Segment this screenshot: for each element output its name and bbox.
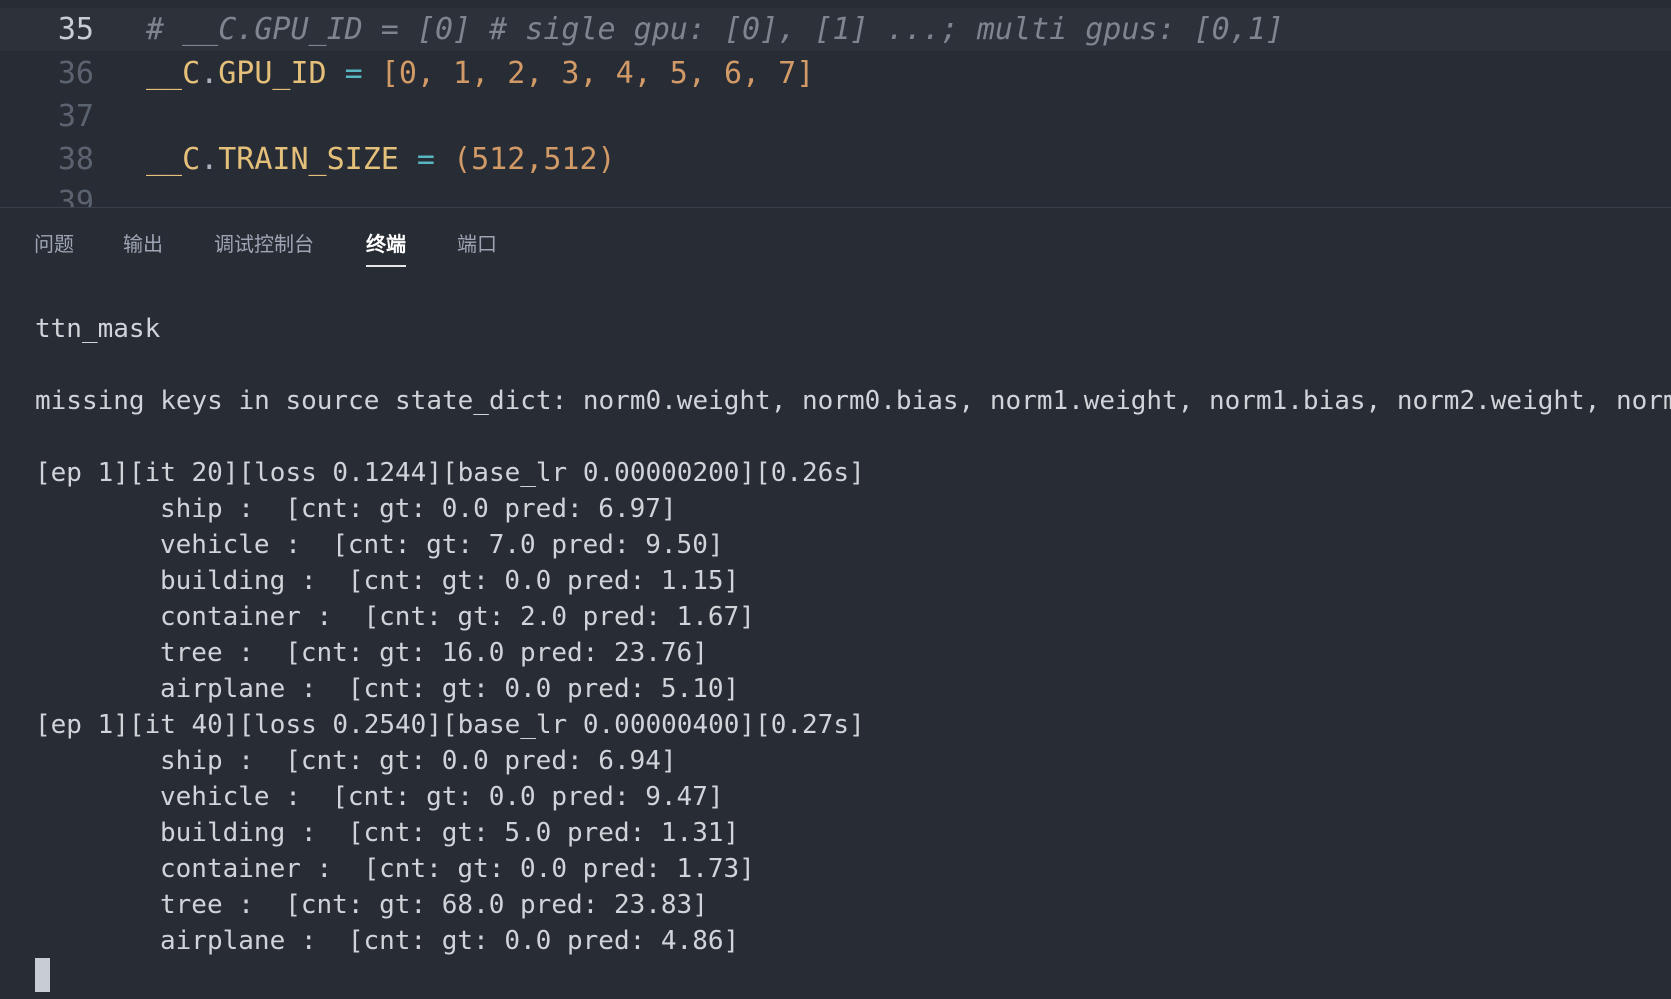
terminal-line: [ep 1][it 40][loss 0.2540][base_lr 0.000… <box>35 710 865 740</box>
line-number: 37 <box>57 99 94 134</box>
terminal-line: tree : [cnt: gt: 16.0 pred: 23.76] <box>160 638 708 668</box>
terminal-line: airplane : [cnt: gt: 0.0 pred: 4.86] <box>160 926 740 956</box>
terminal-line: vehicle : [cnt: gt: 7.0 pred: 9.50] <box>160 530 724 560</box>
terminal-line: missing keys in source state_dict: norm0… <box>35 386 1671 416</box>
line-number: 35 <box>57 12 94 47</box>
code-value: [0, 1, 2, 3, 4, 5, 6, 7] <box>380 56 815 91</box>
terminal-line: container : [cnt: gt: 0.0 pred: 1.73] <box>160 854 755 884</box>
code-line-36[interactable]: 36 __C.GPU_ID = [0, 1, 2, 3, 4, 5, 6, 7] <box>0 52 1671 95</box>
terminal-line: ship : [cnt: gt: 0.0 pred: 6.94] <box>160 746 677 776</box>
code-statement: __C.GPU_ID = [0, 1, 2, 3, 4, 5, 6, 7] <box>146 56 814 91</box>
terminal-line: container : [cnt: gt: 2.0 pred: 1.67] <box>160 602 755 632</box>
code-line-37[interactable]: 37 <box>0 95 1671 138</box>
terminal-line: building : [cnt: gt: 0.0 pred: 1.15] <box>160 566 740 596</box>
terminal-cursor <box>35 958 50 992</box>
tab-problems[interactable]: 问题 <box>34 228 74 265</box>
code-attribute: GPU_ID <box>218 56 327 91</box>
tab-ports[interactable]: 端口 <box>457 228 497 265</box>
terminal-line: airplane : [cnt: gt: 0.0 pred: 5.10] <box>160 674 740 704</box>
terminal-line: vehicle : [cnt: gt: 0.0 pred: 9.47] <box>160 782 724 812</box>
code-operator: = <box>398 142 454 177</box>
terminal-line: [ep 1][it 20][loss 0.1244][base_lr 0.000… <box>35 458 865 488</box>
line-number: 38 <box>57 142 94 177</box>
code-variable: __C <box>146 56 201 91</box>
tab-debug-console[interactable]: 调试控制台 <box>214 228 314 265</box>
line-number: 39 <box>57 185 94 207</box>
code-editor[interactable]: 35 # __C.GPU_ID = [0] # sigle gpu: [0], … <box>0 0 1671 207</box>
line-number: 36 <box>57 56 94 91</box>
code-line-38[interactable]: 38 __C.TRAIN_SIZE = (512,512) <box>0 138 1671 181</box>
code-dot: . <box>200 142 219 177</box>
terminal-line: tree : [cnt: gt: 68.0 pred: 23.83] <box>160 890 708 920</box>
tab-output[interactable]: 输出 <box>123 228 163 265</box>
code-statement: __C.TRAIN_SIZE = (512,512) <box>146 142 616 177</box>
terminal-line: ttn_mask <box>35 314 161 344</box>
code-operator: = <box>326 56 381 91</box>
code-comment: # __C.GPU_ID = [0] # sigle gpu: [0], [1]… <box>146 12 1284 47</box>
code-variable: __C <box>146 142 201 177</box>
tab-terminal[interactable]: 终端 <box>366 228 406 267</box>
panel-tab-bar: 问题 输出 调试控制台 终端 端口 <box>0 208 1671 268</box>
terminal-line: building : [cnt: gt: 5.0 pred: 1.31] <box>160 818 740 848</box>
terminal-line: ship : [cnt: gt: 0.0 pred: 6.97] <box>160 494 677 524</box>
code-line-35[interactable]: 35 # __C.GPU_ID = [0] # sigle gpu: [0], … <box>0 8 1671 51</box>
code-value: (512,512) <box>453 142 616 177</box>
code-line-39[interactable]: 39 <box>0 181 1671 207</box>
code-dot: . <box>200 56 219 91</box>
code-attribute: TRAIN_SIZE <box>218 142 399 177</box>
terminal-output[interactable]: ttn_mask missing keys in source state_di… <box>0 268 1671 999</box>
